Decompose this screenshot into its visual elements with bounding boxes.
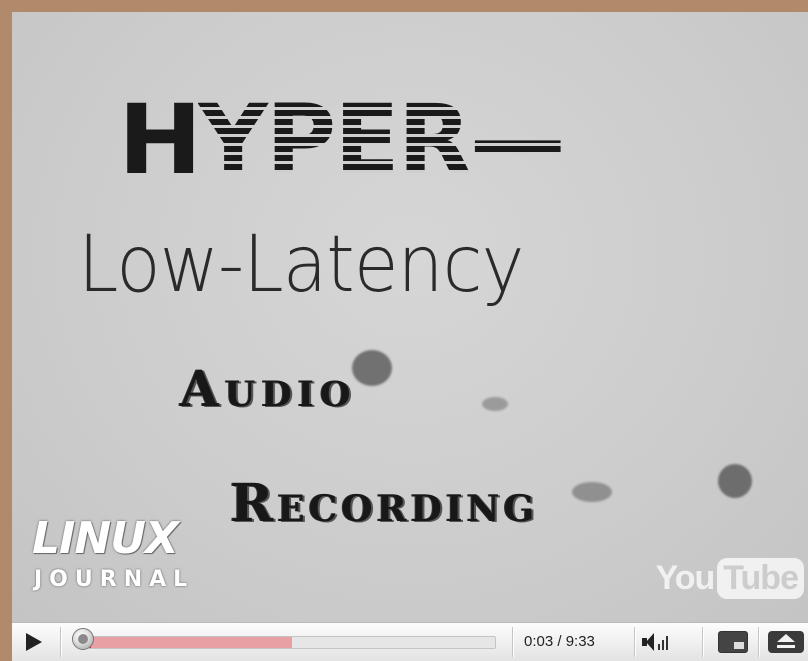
volume-icon[interactable] <box>642 632 672 652</box>
divider <box>702 627 703 657</box>
buffered-fill <box>89 637 292 648</box>
linux-journal-logo: LINUX JOURNAL <box>32 513 187 617</box>
play-icon[interactable] <box>26 633 42 651</box>
title-hyper-initial: H <box>118 84 202 196</box>
divider <box>758 627 759 657</box>
title-recording: Recording <box>230 473 539 534</box>
player-size-icon[interactable] <box>718 631 748 653</box>
title-hyper-rest: YPER— <box>198 84 565 196</box>
linux-journal-logo-top: LINUX <box>32 513 179 564</box>
eject-icon[interactable] <box>768 631 804 653</box>
player-frame: HYPER— Low-Latency Audio Recording LINUX… <box>0 0 808 661</box>
eject-triangle <box>777 634 795 642</box>
youtube-watermark-you: You <box>655 558 716 597</box>
divider <box>512 627 513 657</box>
divider <box>60 627 61 657</box>
player-controls: 0:03 / 9:33 <box>12 622 808 661</box>
ink-splatter <box>482 397 508 411</box>
time-display: 0:03 / 9:33 <box>524 633 595 650</box>
divider <box>634 627 635 657</box>
title-hyper: HYPER— <box>118 84 566 196</box>
ink-splatter <box>718 464 752 498</box>
volume-bar <box>666 636 668 650</box>
volume-cone <box>646 633 654 651</box>
eject-bar <box>777 645 795 648</box>
seek-knob[interactable] <box>72 628 94 650</box>
linux-journal-logo-bottom: JOURNAL <box>34 567 195 592</box>
ink-splatter <box>352 350 392 386</box>
youtube-watermark[interactable]: You Tube <box>656 555 804 601</box>
volume-bar <box>662 640 664 650</box>
volume-bar <box>658 644 660 650</box>
video-area[interactable]: HYPER— Low-Latency Audio Recording LINUX… <box>12 12 808 622</box>
ink-splatter <box>572 482 612 502</box>
progress-bar[interactable] <box>88 636 496 649</box>
title-audio: Audio <box>180 359 357 418</box>
youtube-watermark-tube: Tube <box>717 557 804 599</box>
title-low-latency: Low-Latency <box>78 220 524 310</box>
